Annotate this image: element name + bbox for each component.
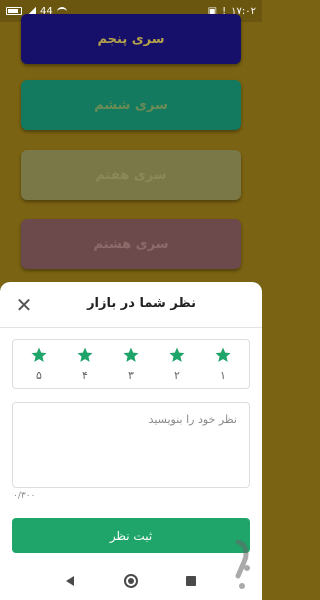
back-icon[interactable]: [66, 576, 74, 586]
close-icon[interactable]: ✕: [14, 295, 34, 315]
comment-input[interactable]: [12, 402, 250, 488]
series-button-label: سری ششم: [94, 97, 168, 113]
star-rating: ۵ ۴ ۳ ۲ ۱: [12, 339, 250, 389]
star-number: ۵: [36, 369, 42, 382]
star-2[interactable]: ۲: [162, 346, 192, 386]
star-icon: [31, 347, 47, 362]
star-icon: [123, 347, 139, 362]
star-3[interactable]: ۳: [116, 346, 146, 386]
battery-icon: [6, 7, 22, 15]
series-button-7[interactable]: سری هفتم: [21, 150, 241, 200]
series-button-6[interactable]: سری ششم: [21, 80, 241, 130]
submit-review-button[interactable]: ثبت نظر: [12, 518, 250, 553]
star-number: ۴: [82, 369, 88, 382]
series-button-5[interactable]: سری پنجم: [21, 14, 241, 64]
series-button-label: سری هفتم: [95, 167, 167, 183]
series-button-label: سری پنجم: [97, 31, 165, 47]
watermark-logo: [235, 539, 250, 589]
char-counter: ۰/۳۰۰: [13, 491, 36, 501]
star-number: ۲: [174, 369, 180, 382]
navigation-bar: [0, 562, 262, 600]
home-icon[interactable]: [124, 574, 138, 588]
sheet-title: نظر شما در بازار: [87, 296, 196, 311]
star-icon: [215, 347, 231, 362]
background-list: سری پنجم سری ششم سری هفتم سری هشتم: [0, 14, 262, 282]
star-1[interactable]: ۱: [208, 346, 238, 386]
recents-icon[interactable]: [186, 576, 196, 586]
star-icon: [77, 347, 93, 362]
star-4[interactable]: ۴: [70, 346, 100, 386]
submit-button-label: ثبت نظر: [109, 528, 153, 543]
rating-bottom-sheet: ✕ نظر شما در بازار ۵ ۴ ۳ ۲ ۱ ۰/۳۰۰ ثبت ن…: [0, 282, 262, 562]
series-button-label: سری هشتم: [93, 236, 169, 252]
star-number: ۳: [128, 369, 134, 382]
star-5[interactable]: ۵: [24, 346, 54, 386]
star-number: ۱: [220, 369, 226, 382]
sheet-header: ✕ نظر شما در بازار: [0, 282, 262, 328]
series-button-8[interactable]: سری هشتم: [21, 219, 241, 269]
star-icon: [169, 347, 185, 362]
